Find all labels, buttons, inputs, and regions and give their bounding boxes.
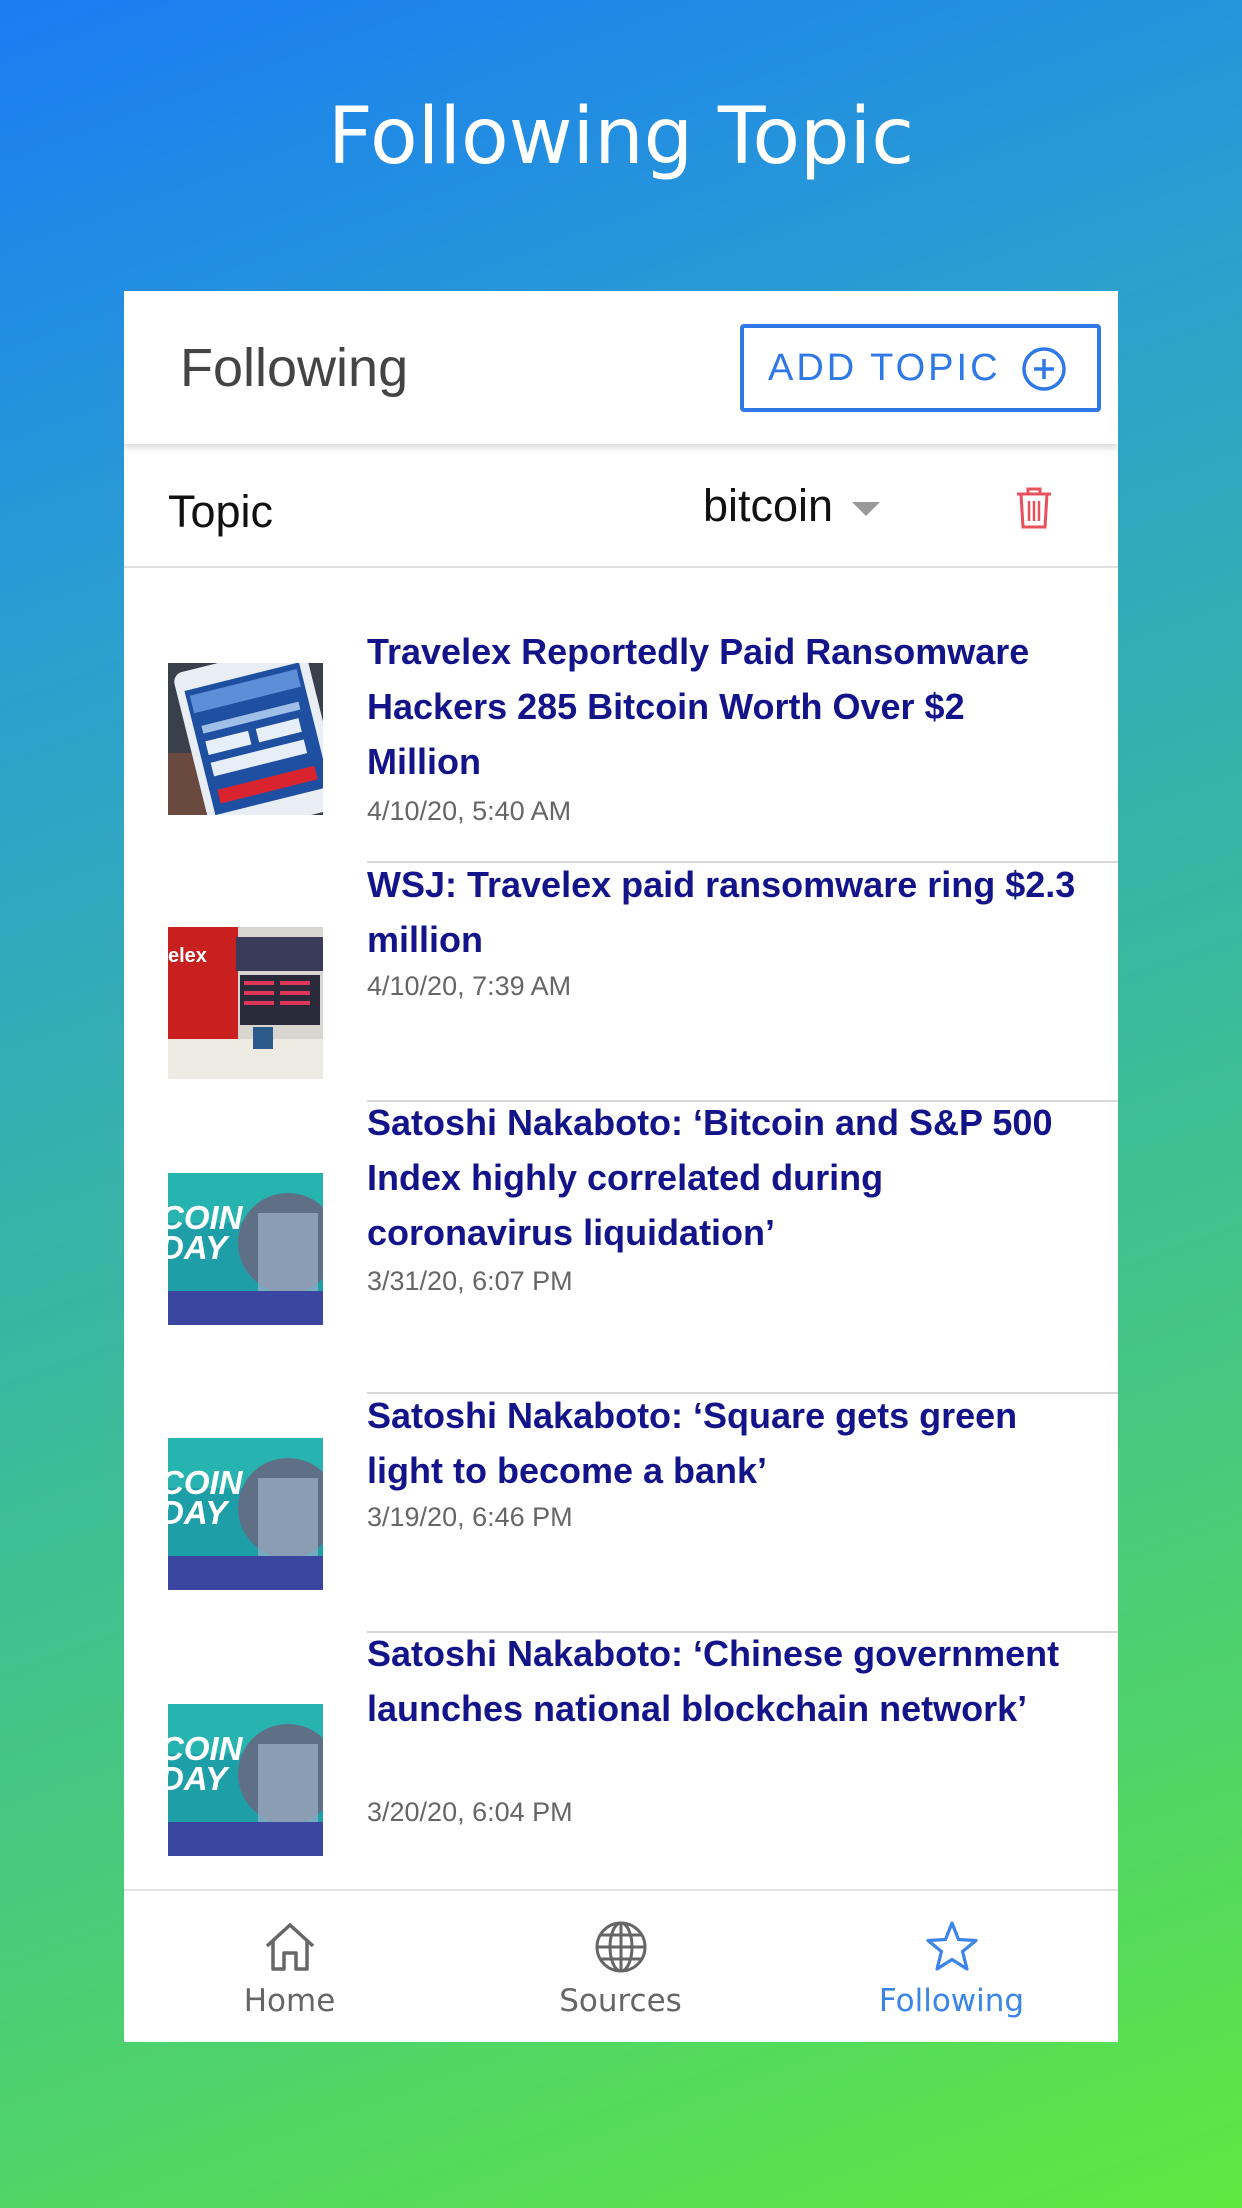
article-date: 3/19/20, 6:46 PM	[367, 1502, 573, 1532]
article-headline[interactable]: WSJ: Travelex paid ransomware ring $2.3 …	[367, 857, 1087, 967]
chevron-down-icon[interactable]	[852, 502, 880, 516]
thumb-day-text: DAY	[168, 1494, 228, 1531]
thumb-brand-text: elex	[168, 945, 207, 967]
article-thumbnail	[168, 663, 323, 815]
add-topic-label: ADD TOPIC	[768, 346, 1001, 389]
tab-home[interactable]: Home	[124, 1891, 455, 2042]
article-date: 3/31/20, 6:07 PM	[367, 1266, 573, 1296]
article-headline[interactable]: Satoshi Nakaboto: ‘Square gets green lig…	[367, 1388, 1087, 1498]
tab-sources[interactable]: Sources	[455, 1891, 786, 2042]
article-thumbnail: COIN DAY	[168, 1173, 323, 1325]
topic-label: Topic	[168, 486, 274, 537]
article-thumbnail: elex	[168, 927, 323, 1079]
topic-selector-row: Topic bitcoin	[124, 444, 1118, 568]
topic-select[interactable]: bitcoin	[703, 480, 833, 532]
article-headline[interactable]: Satoshi Nakaboto: ‘Chinese government la…	[367, 1626, 1087, 1736]
article-headline[interactable]: Travelex Reportedly Paid Ransomware Hack…	[367, 624, 1087, 789]
article-date: 4/10/20, 7:39 AM	[367, 971, 572, 1001]
add-topic-button[interactable]: ADD TOPIC	[740, 324, 1101, 412]
tab-following[interactable]: Following	[786, 1891, 1117, 2042]
article-date: 4/10/20, 5:40 AM	[367, 796, 572, 826]
promo-title: Following Topic	[327, 92, 915, 182]
header: Following ADD TOPIC	[124, 291, 1118, 444]
home-icon	[265, 1923, 315, 1971]
tab-bar: Home Sources Following	[124, 1889, 1118, 2042]
article-headline[interactable]: Satoshi Nakaboto: ‘Bitcoin and S&P 500 I…	[367, 1095, 1087, 1260]
article-thumbnail: COIN DAY	[168, 1704, 323, 1856]
page-title: Following	[180, 338, 409, 398]
star-icon	[926, 1921, 978, 1971]
article-date: 3/20/20, 6:04 PM	[367, 1797, 573, 1827]
globe-icon	[595, 1921, 647, 1973]
tab-sources-label: Sources	[559, 1983, 682, 2019]
tab-home-label: Home	[243, 1983, 336, 2019]
article-thumbnail: COIN DAY	[168, 1438, 323, 1590]
app-screen: Following ADD TOPIC Topic bitcoin Travel…	[124, 291, 1118, 2042]
trash-icon[interactable]	[1015, 486, 1053, 530]
thumb-day-text: DAY	[168, 1229, 228, 1266]
article-list: Travelex Reportedly Paid Ransomware Hack…	[124, 570, 1118, 1880]
thumb-day-text: DAY	[168, 1760, 228, 1797]
tab-following-label: Following	[878, 1983, 1025, 2019]
add-circle-icon	[1022, 347, 1066, 391]
